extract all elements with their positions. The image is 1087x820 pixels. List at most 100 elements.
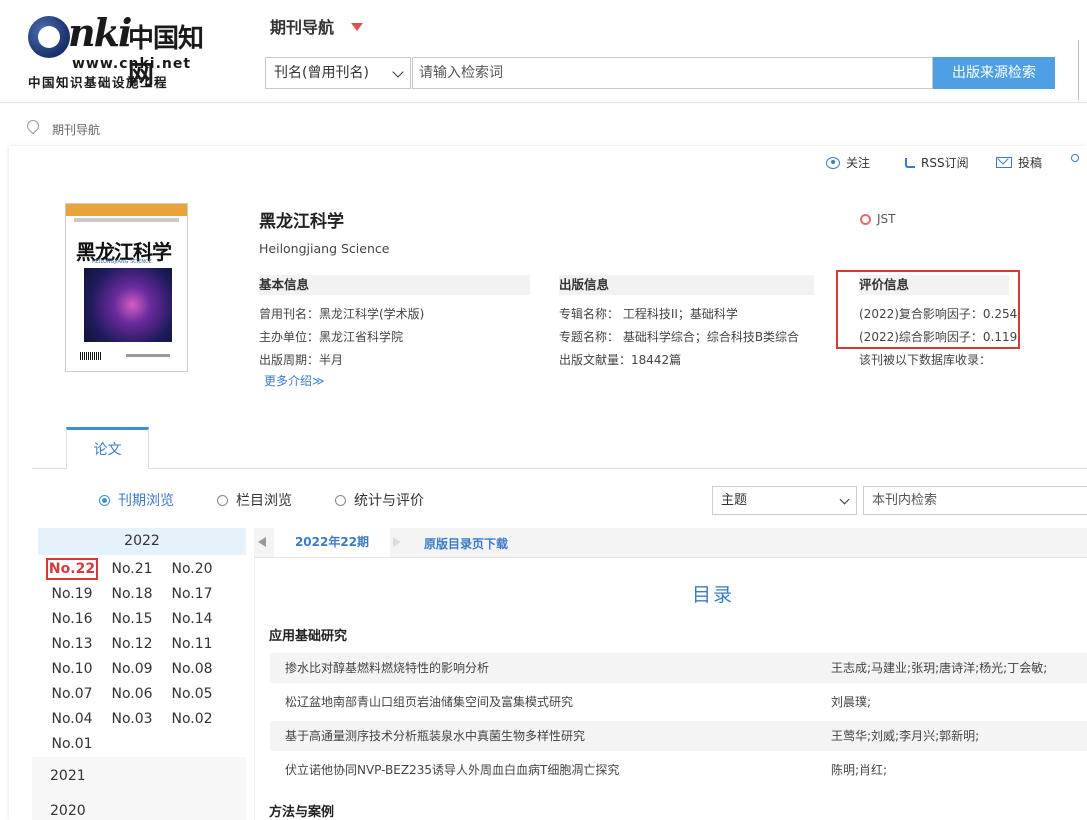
radio-issue-browse[interactable]: 刊期浏览 (99, 490, 174, 510)
toc-title: 目录 (692, 584, 735, 606)
issue-item[interactable]: No.10 (46, 658, 98, 680)
issue-item[interactable]: No.08 (166, 658, 218, 680)
tab-papers[interactable]: 论文 (66, 427, 149, 469)
journal-title-en: Heilongjiang Science (259, 241, 390, 256)
prev-arrow-icon[interactable] (258, 537, 266, 547)
year-item[interactable]: 2020 (50, 803, 86, 819)
issue-item[interactable]: No.17 (166, 583, 218, 605)
issue-item[interactable]: No.03 (106, 708, 158, 730)
issue-item[interactable]: No.07 (46, 683, 98, 705)
indexed-databases-note: 该刊被以下数据库收录： (859, 353, 992, 367)
in-journal-field-select[interactable]: 主题 (712, 486, 857, 515)
issue-item[interactable]: No.13 (46, 633, 98, 655)
issue-item[interactable]: No.18 (106, 583, 158, 605)
issue-item[interactable]: No.05 (166, 683, 218, 705)
former-name: 曾用刊名：黑龙江科学(学术版) (259, 307, 425, 321)
search-field-value: 刊名(曾用刊名) (274, 65, 369, 81)
journal-cover[interactable]: 黑龙江科学 HEILONGJIANG SCIENCE (65, 203, 188, 372)
award-icon (860, 213, 871, 225)
rss-button[interactable]: RSS订阅 (905, 154, 969, 171)
top-header: nki 中国知网 www.cnki.net 中国知识基础设施工程 期刊导航 刊名… (0, 0, 1087, 103)
jst-badge: JST (860, 212, 896, 226)
evaluation-highlight-box (836, 270, 1020, 349)
logo-brand: nki (68, 10, 132, 55)
article-title[interactable]: 基于高通量测序技术分析瓶装泉水中真菌生物多样性研究 (285, 721, 585, 751)
cnki-logo[interactable]: nki 中国知网 www.cnki.net 中国知识基础设施工程 (28, 10, 218, 91)
section-title: 应用基础研究 (269, 629, 348, 644)
search-field-select[interactable]: 刊名(曾用刊名) (265, 57, 411, 89)
section-title: 方法与案例 (269, 805, 335, 820)
article-authors[interactable]: 王莺华;刘威;李月兴;郭新明; (831, 721, 979, 751)
jst-label: JST (877, 212, 896, 226)
article-authors[interactable]: 刘晨璞; (831, 687, 871, 717)
journal-title: 黑龙江科学 (259, 212, 344, 232)
field-select-value: 主题 (721, 493, 748, 508)
breadcrumb[interactable]: 期刊导航 (52, 121, 100, 138)
more-intro-link[interactable]: 更多介绍≫ (264, 372, 325, 389)
journal-nav-dropdown[interactable]: 期刊导航 (270, 14, 334, 38)
eye-icon (826, 156, 840, 169)
share-button[interactable] (1071, 154, 1079, 162)
follow-button[interactable]: 关注 (826, 154, 870, 171)
article-authors[interactable]: 陈明;肖红; (831, 755, 887, 785)
tab-divider (32, 468, 1087, 469)
radio-dot-icon (335, 494, 346, 506)
share-icon (1071, 154, 1079, 162)
in-journal-search-input[interactable]: 本刊内检索 (863, 486, 1087, 515)
article-authors[interactable]: 王志成;马建业;张玥;唐诗洋;杨光;丁会敏; (831, 653, 1047, 683)
barcode-icon (80, 352, 102, 360)
cover-artwork (84, 268, 172, 342)
next-arrow-icon (393, 537, 401, 547)
issue-item[interactable]: No.09 (106, 658, 158, 680)
issue-item[interactable]: No.21 (106, 558, 158, 580)
sponsor: 主办单位：黑龙江省科学院 (259, 330, 404, 344)
article-row[interactable]: 松辽盆地南部青山口组页岩油储集空间及富集模式研究 刘晨璞; (270, 687, 1087, 717)
article-row[interactable]: 掺水比对醇基燃料燃烧特性的影响分析 王志成;马建业;张玥;唐诗洋;杨光;丁会敏; (270, 653, 1087, 683)
follow-label: 关注 (846, 156, 871, 170)
issue-item[interactable]: No.16 (46, 608, 98, 630)
cover-band (66, 204, 187, 216)
logo-globe-icon (28, 16, 70, 58)
issue-item[interactable]: No.12 (106, 633, 158, 655)
radio-label: 统计与评价 (354, 493, 424, 509)
current-issue-tab[interactable]: 2022年22期 (274, 528, 390, 557)
year-2022-header[interactable]: 2022 (38, 528, 246, 555)
publish-cycle: 出版周期：半月 (259, 353, 344, 367)
issue-item[interactable]: No.06 (106, 683, 158, 705)
article-title[interactable]: 伏立诺他协同NVP-BEZ235诱导人外周血白血病T细胞凋亡探究 (285, 755, 619, 785)
article-title[interactable]: 松辽盆地南部青山口组页岩油储集空间及富集模式研究 (285, 687, 573, 717)
cover-small-text (126, 354, 170, 357)
location-pin-icon (24, 117, 42, 135)
issue-item[interactable]: No.01 (46, 733, 98, 755)
download-toc-link[interactable]: 原版目录页下载 (424, 535, 508, 552)
caret-down-icon[interactable] (351, 23, 363, 31)
chevron-down-icon (839, 494, 850, 505)
article-row[interactable]: 伏立诺他协同NVP-BEZ235诱导人外周血白血病T细胞凋亡探究 陈明;肖红; (270, 755, 1087, 785)
submit-button[interactable]: 投稿 (996, 154, 1042, 171)
article-row[interactable]: 基于高通量测序技术分析瓶装泉水中真菌生物多样性研究 王莺华;刘威;李月兴;郭新明… (270, 721, 1087, 751)
scrollbar[interactable] (1078, 40, 1079, 100)
search-input[interactable]: 请输入检索词 (412, 57, 933, 89)
radio-label: 刊期浏览 (118, 493, 174, 509)
publish-info-heading: 出版信息 (559, 275, 814, 295)
radio-dot-icon (99, 494, 110, 506)
issue-item[interactable]: No.04 (46, 708, 98, 730)
issue-item-selected[interactable]: No.22 (46, 558, 98, 580)
rss-label: RSS订阅 (921, 156, 969, 170)
issue-item[interactable]: No.20 (166, 558, 218, 580)
submit-label: 投稿 (1018, 156, 1043, 170)
mail-icon (996, 157, 1012, 168)
issue-item[interactable]: No.02 (166, 708, 218, 730)
radio-stats-eval[interactable]: 统计与评价 (335, 490, 424, 510)
publication-count: 出版文献量：18442篇 (559, 353, 682, 367)
radio-column-browse[interactable]: 栏目浏览 (217, 490, 292, 510)
issue-item[interactable]: No.14 (166, 608, 218, 630)
issue-item[interactable]: No.19 (46, 583, 98, 605)
issue-item[interactable]: No.11 (166, 633, 218, 655)
issue-item[interactable]: No.15 (106, 608, 158, 630)
chevron-down-icon (392, 66, 404, 78)
year-item[interactable]: 2021 (50, 768, 86, 784)
article-title[interactable]: 掺水比对醇基燃料燃烧特性的影响分析 (285, 653, 489, 683)
logo-url: www.cnki.net (72, 56, 192, 72)
source-search-button[interactable]: 出版来源检索 (933, 57, 1055, 89)
